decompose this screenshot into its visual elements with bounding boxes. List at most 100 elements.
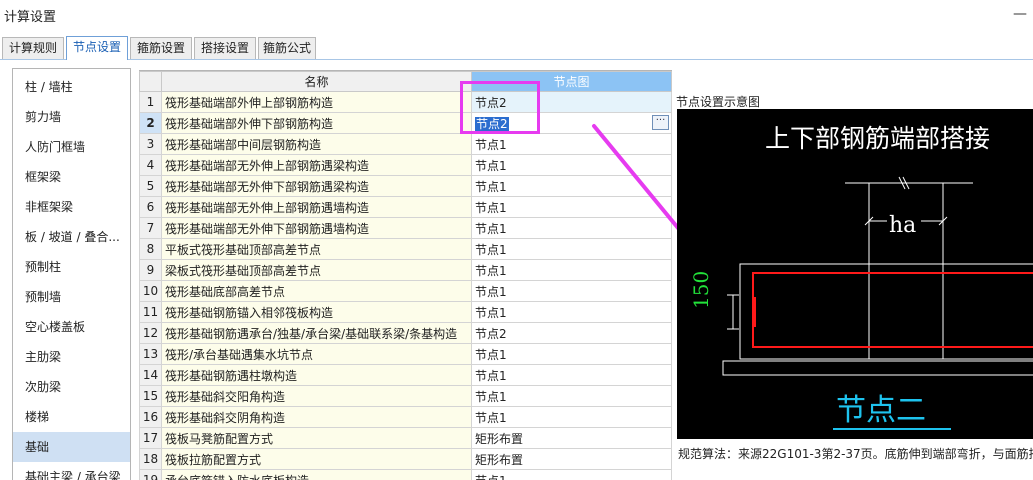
- row-node-value[interactable]: 节点1: [471, 133, 672, 155]
- row-name[interactable]: 筏形基础端部外伸下部钢筋构造: [161, 112, 472, 134]
- table-row[interactable]: 17 筏板马凳筋配置方式 矩形布置: [139, 427, 672, 449]
- row-name[interactable]: 筏形基础端部无外伸上部钢筋遇梁构造: [161, 154, 472, 176]
- row-name[interactable]: 筏形基础斜交阳角构造: [161, 385, 472, 407]
- tab-lap-settings[interactable]: 搭接设置: [194, 37, 256, 59]
- tab-stirrup-settings[interactable]: 箍筋设置: [130, 37, 192, 59]
- row-node-value[interactable]: 节点1: [471, 175, 672, 197]
- diagram-node-label-underline: [833, 428, 951, 430]
- table-row[interactable]: 3 筏形基础端部中间层钢筋构造 节点1: [139, 133, 672, 155]
- row-name[interactable]: 平板式筏形基础顶部高差节点: [161, 238, 472, 260]
- diagram-title: 节点设置示意图: [676, 95, 761, 109]
- column-header-name[interactable]: 名称: [161, 71, 472, 92]
- sidebar-item-foundation[interactable]: 基础: [13, 432, 130, 462]
- table-row[interactable]: 6 筏形基础端部无外伸上部钢筋遇墙构造 节点1: [139, 196, 672, 218]
- row-node-value[interactable]: 节点1: [471, 196, 672, 218]
- table-row[interactable]: 16 筏形基础斜交阴角构造 节点1: [139, 406, 672, 428]
- tab-stirrup-formula[interactable]: 箍筋公式: [258, 37, 316, 59]
- table-row[interactable]: 4 筏形基础端部无外伸上部钢筋遇梁构造 节点1: [139, 154, 672, 176]
- row-node-value[interactable]: 节点1: [471, 259, 672, 281]
- more-options-button[interactable]: ···: [652, 115, 669, 130]
- row-node-value[interactable]: 节点1: [471, 280, 672, 302]
- node-diagram: 上下部钢筋端部搭接 ha 150 节点二: [677, 109, 1033, 439]
- row-node-value[interactable]: 矩形布置: [471, 448, 672, 470]
- node-editor-selected-text[interactable]: 节点2: [475, 116, 509, 131]
- tab-calc-rules[interactable]: 计算规则: [2, 37, 64, 59]
- table-row[interactable]: 15 筏形基础斜交阳角构造 节点1: [139, 385, 672, 407]
- rule-description: 规范算法：来源22G101-3第2-37页。底筋伸到端部弯折，与面筋搭接150。: [678, 447, 1033, 461]
- sidebar-item-frame-beam[interactable]: 框架梁: [13, 162, 130, 192]
- row-index: 1: [139, 91, 162, 113]
- node-settings-grid: 名称 节点图 1 筏形基础端部外伸上部钢筋构造 节点2 2 筏形基础端部外伸下部…: [139, 70, 672, 480]
- row-index: 7: [139, 217, 162, 239]
- row-node-value[interactable]: 节点1: [471, 385, 672, 407]
- sidebar-item-slab[interactable]: 板 / 坡道 / 叠合...: [13, 222, 130, 252]
- row-index: 17: [139, 427, 162, 449]
- row-index: 11: [139, 301, 162, 323]
- table-row[interactable]: 12 筏形基础钢筋遇承台/独基/承台梁/基础联系梁/条基构造 节点2: [139, 322, 672, 344]
- table-row[interactable]: 13 筏形/承台基础遇集水坑节点 节点1: [139, 343, 672, 365]
- row-name[interactable]: 筏形基础钢筋锚入相邻筏板构造: [161, 301, 472, 323]
- diagram-vertical-dimension: 150: [689, 270, 713, 309]
- table-row[interactable]: 10 筏形基础底部高差节点 节点1: [139, 280, 672, 302]
- row-index: 15: [139, 385, 162, 407]
- tab-node-settings[interactable]: 节点设置: [66, 36, 128, 61]
- diagram-node-label: 节点二: [836, 393, 926, 428]
- sidebar-item-stairs[interactable]: 楼梯: [13, 402, 130, 432]
- row-name[interactable]: 筏形基础端部外伸上部钢筋构造: [161, 91, 472, 113]
- column-header-node[interactable]: 节点图: [471, 71, 672, 92]
- minimize-icon[interactable]: —: [1013, 4, 1027, 24]
- sidebar-item-civil-defense-frame-wall[interactable]: 人防门框墙: [13, 132, 130, 162]
- row-node-value[interactable]: 矩形布置: [471, 427, 672, 449]
- sidebar-item-main-rib-beam[interactable]: 主肋梁: [13, 342, 130, 372]
- sidebar-item-hollow-floor-slab[interactable]: 空心楼盖板: [13, 312, 130, 342]
- table-row[interactable]: 7 筏形基础端部无外伸下部钢筋遇墙构造 节点1: [139, 217, 672, 239]
- row-name[interactable]: 筏形基础端部中间层钢筋构造: [161, 133, 472, 155]
- diagram-dimension-label: ha: [889, 213, 917, 238]
- diagram-heading: 上下部钢筋端部搭接: [765, 124, 991, 153]
- table-row[interactable]: 2 筏形基础端部外伸下部钢筋构造 节点2 ···: [139, 112, 672, 134]
- row-node-value[interactable]: 节点1: [471, 238, 672, 260]
- row-node-value[interactable]: 节点2: [471, 91, 672, 113]
- row-node-value[interactable]: 节点1: [471, 343, 672, 365]
- row-name[interactable]: 筏形基础端部无外伸下部钢筋遇梁构造: [161, 175, 472, 197]
- row-name[interactable]: 承台底筋锚入防水底板构造: [161, 469, 472, 480]
- table-row[interactable]: 19 承台底筋锚入防水底板构造 节点1: [139, 469, 672, 480]
- row-name[interactable]: 筏板马凳筋配置方式: [161, 427, 472, 449]
- row-name[interactable]: 筏形基础端部无外伸下部钢筋遇墙构造: [161, 217, 472, 239]
- table-row[interactable]: 11 筏形基础钢筋锚入相邻筏板构造 节点1: [139, 301, 672, 323]
- sidebar-item-non-frame-beam[interactable]: 非框架梁: [13, 192, 130, 222]
- row-name[interactable]: 筏形基础钢筋遇承台/独基/承台梁/基础联系梁/条基构造: [161, 322, 472, 344]
- table-row[interactable]: 1 筏形基础端部外伸上部钢筋构造 节点2: [139, 91, 672, 113]
- row-index: 14: [139, 364, 162, 386]
- table-row[interactable]: 5 筏形基础端部无外伸下部钢筋遇梁构造 节点1: [139, 175, 672, 197]
- row-node-value[interactable]: 节点1: [471, 217, 672, 239]
- row-node-value[interactable]: 节点1: [471, 406, 672, 428]
- row-name[interactable]: 筏形基础端部无外伸上部钢筋遇墙构造: [161, 196, 472, 218]
- row-name[interactable]: 筏形基础底部高差节点: [161, 280, 472, 302]
- sidebar-item-foundation-main-beam[interactable]: 基础主梁 / 承台梁: [13, 462, 130, 480]
- row-node-value[interactable]: 节点1: [471, 154, 672, 176]
- row-node-value[interactable]: 节点1: [471, 364, 672, 386]
- row-index: 19: [139, 469, 162, 480]
- table-row[interactable]: 8 平板式筏形基础顶部高差节点 节点1: [139, 238, 672, 260]
- row-node-value[interactable]: 节点1: [471, 301, 672, 323]
- sidebar-item-precast-column[interactable]: 预制柱: [13, 252, 130, 282]
- row-name[interactable]: 筏形基础斜交阴角构造: [161, 406, 472, 428]
- row-node-value[interactable]: 节点2: [471, 322, 672, 344]
- sidebar-item-column[interactable]: 柱 / 墙柱: [13, 72, 130, 102]
- sidebar-item-precast-wall[interactable]: 预制墙: [13, 282, 130, 312]
- row-node-value[interactable]: 节点1: [471, 469, 672, 480]
- table-row[interactable]: 14 筏形基础钢筋遇柱墩构造 节点1: [139, 364, 672, 386]
- row-index: 13: [139, 343, 162, 365]
- sidebar-item-secondary-rib-beam[interactable]: 次肋梁: [13, 372, 130, 402]
- row-name[interactable]: 筏板拉筋配置方式: [161, 448, 472, 470]
- sidebar-item-shear-wall[interactable]: 剪力墙: [13, 102, 130, 132]
- row-index: 10: [139, 280, 162, 302]
- tab-bar: 计算规则 节点设置 箍筋设置 搭接设置 箍筋公式: [0, 36, 1033, 61]
- table-row[interactable]: 18 筏板拉筋配置方式 矩形布置: [139, 448, 672, 470]
- row-node-editor[interactable]: 节点2 ···: [471, 112, 672, 134]
- table-row[interactable]: 9 梁板式筏形基础顶部高差节点 节点1: [139, 259, 672, 281]
- row-name[interactable]: 筏形基础钢筋遇柱墩构造: [161, 364, 472, 386]
- row-name[interactable]: 梁板式筏形基础顶部高差节点: [161, 259, 472, 281]
- row-name[interactable]: 筏形/承台基础遇集水坑节点: [161, 343, 472, 365]
